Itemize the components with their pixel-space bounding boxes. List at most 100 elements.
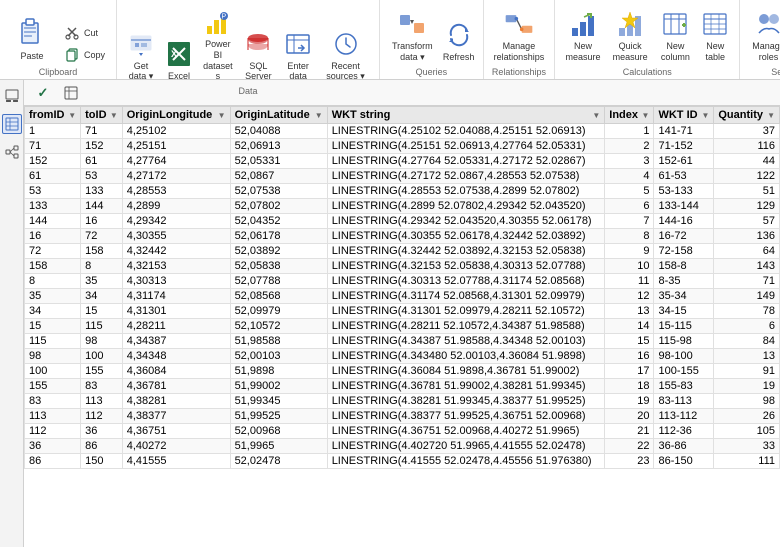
cell-from: 158 bbox=[25, 259, 81, 274]
table-row[interactable]: 1131124,3837751,99525LINESTRING(4.38377 … bbox=[25, 409, 780, 424]
model-view-icon[interactable] bbox=[2, 142, 22, 162]
col-header-from[interactable]: fromID▼ bbox=[25, 107, 81, 124]
report-view-icon[interactable] bbox=[2, 86, 22, 106]
paste-icon bbox=[12, 11, 52, 51]
new-measure-label: New measure bbox=[565, 41, 601, 63]
cell-wkt: LINESTRING(4.25151 52.06913,4.27764 52.0… bbox=[327, 139, 605, 154]
cell-origlon: 4,34348 bbox=[122, 349, 230, 364]
cell-qty: 26 bbox=[714, 409, 780, 424]
cell-qty: 98 bbox=[714, 394, 780, 409]
data-table-container[interactable]: fromID▼ toID▼ OriginLongitude▼ OriginLat… bbox=[24, 106, 780, 547]
refresh-button[interactable]: Refresh bbox=[441, 17, 477, 65]
cell-to: 112 bbox=[81, 409, 123, 424]
cell-wktid: 83-113 bbox=[654, 394, 714, 409]
svg-text:P: P bbox=[221, 14, 226, 21]
cell-index: 21 bbox=[605, 424, 654, 439]
col-header-wktid[interactable]: WKT ID▼ bbox=[654, 107, 714, 124]
table-row[interactable]: 155834,3678151,99002LINESTRING(4.36781 5… bbox=[25, 379, 780, 394]
cut-button[interactable]: Cut bbox=[60, 23, 110, 43]
new-measure-button[interactable]: New measure bbox=[561, 6, 605, 65]
table-row[interactable]: 34154,3130152,09979LINESTRING(4.31301 52… bbox=[25, 304, 780, 319]
new-column-button[interactable]: New column bbox=[656, 6, 696, 65]
ribbon-group-calculations: New measure Quick measure bbox=[555, 0, 740, 79]
cell-origlon: 4,25102 bbox=[122, 124, 230, 139]
manage-roles-button[interactable]: Manage roles bbox=[746, 6, 780, 65]
excel-icon: X bbox=[163, 38, 195, 70]
cell-index: 11 bbox=[605, 274, 654, 289]
sql-server-button[interactable]: SQL Server bbox=[239, 26, 278, 85]
relationships-group-label: Relationships bbox=[492, 65, 546, 77]
get-data-button[interactable]: Get data ▾ bbox=[123, 26, 159, 85]
table-view-icon[interactable] bbox=[60, 82, 82, 104]
paste-button[interactable]: Paste bbox=[6, 7, 58, 65]
new-table-button[interactable]: New table bbox=[697, 6, 733, 65]
manage-relationships-button[interactable]: Manage relationships bbox=[490, 6, 549, 65]
cell-to: 100 bbox=[81, 349, 123, 364]
table-row[interactable]: 831134,3828151,99345LINESTRING(4.38281 5… bbox=[25, 394, 780, 409]
table-row[interactable]: 861504,4155552,02478LINESTRING(4.41555 5… bbox=[25, 454, 780, 469]
table-row[interactable]: 1714,2510252,04088LINESTRING(4.25102 52.… bbox=[25, 124, 780, 139]
table-row[interactable]: 981004,3434852,00103LINESTRING(4.343480 … bbox=[25, 349, 780, 364]
cell-from: 8 bbox=[25, 274, 81, 289]
table-row[interactable]: 35344,3117452,08568LINESTRING(4.31174 52… bbox=[25, 289, 780, 304]
table-row[interactable]: 15884,3215352,05838LINESTRING(4.32153 52… bbox=[25, 259, 780, 274]
cell-qty: 13 bbox=[714, 349, 780, 364]
power-bi-datasets-button[interactable]: P Power BI datasets bbox=[199, 4, 237, 84]
ribbon: Paste Cut bbox=[0, 0, 780, 80]
copy-button[interactable]: Copy bbox=[60, 45, 110, 65]
col-header-index[interactable]: Index▼ bbox=[605, 107, 654, 124]
cell-qty: 143 bbox=[714, 259, 780, 274]
cell-qty: 91 bbox=[714, 364, 780, 379]
enter-data-button[interactable]: Enter data bbox=[280, 26, 316, 85]
recent-sources-button[interactable]: Recent sources ▾ bbox=[318, 26, 373, 85]
cell-wkt: LINESTRING(4.30355 52.06178,4.32442 52.0… bbox=[327, 229, 605, 244]
cell-origlat: 51,99002 bbox=[230, 379, 327, 394]
table-row[interactable]: 1331444,289952,07802LINESTRING(4.2899 52… bbox=[25, 199, 780, 214]
table-row[interactable]: 16724,3035552,06178LINESTRING(4.30355 52… bbox=[25, 229, 780, 244]
check-button[interactable]: ✓ bbox=[32, 82, 54, 104]
table-row[interactable]: 151154,2821152,10572LINESTRING(4.28211 5… bbox=[25, 319, 780, 334]
cell-to: 71 bbox=[81, 124, 123, 139]
cell-to: 53 bbox=[81, 169, 123, 184]
table-row[interactable]: 152614,2776452,05331LINESTRING(4.27764 5… bbox=[25, 154, 780, 169]
cell-origlat: 51,99345 bbox=[230, 394, 327, 409]
table-row[interactable]: 61534,2717252,0867LINESTRING(4.27172 52.… bbox=[25, 169, 780, 184]
cell-to: 86 bbox=[81, 439, 123, 454]
cell-wkt: LINESTRING(4.27172 52.0867,4.28553 52.07… bbox=[327, 169, 605, 184]
data-view-icon[interactable] bbox=[2, 114, 22, 134]
table-row[interactable]: 144164,2934252,04352LINESTRING(4.29342 5… bbox=[25, 214, 780, 229]
col-header-origlat[interactable]: OriginLatitude▼ bbox=[230, 107, 327, 124]
quick-measure-button[interactable]: Quick measure bbox=[607, 6, 654, 65]
table-row[interactable]: 721584,3244252,03892LINESTRING(4.32442 5… bbox=[25, 244, 780, 259]
table-row[interactable]: 531334,2855352,07538LINESTRING(4.28553 5… bbox=[25, 184, 780, 199]
table-row[interactable]: 711524,2515152,06913LINESTRING(4.25151 5… bbox=[25, 139, 780, 154]
cell-origlon: 4,40272 bbox=[122, 439, 230, 454]
table-row[interactable]: 115984,3438751,98588LINESTRING(4.34387 5… bbox=[25, 334, 780, 349]
cell-index: 1 bbox=[605, 124, 654, 139]
cell-origlat: 52,03892 bbox=[230, 244, 327, 259]
cell-wkt: LINESTRING(4.27764 52.05331,4.27172 52.0… bbox=[327, 154, 605, 169]
cell-origlat: 52,00103 bbox=[230, 349, 327, 364]
excel-button[interactable]: X Excel bbox=[161, 36, 197, 84]
manage-relationships-label: Manage relationships bbox=[494, 41, 545, 63]
cell-index: 10 bbox=[605, 259, 654, 274]
cell-wktid: 16-72 bbox=[654, 229, 714, 244]
manage-roles-icon bbox=[753, 8, 780, 40]
table-row[interactable]: 112364,3675152,00968LINESTRING(4.36751 5… bbox=[25, 424, 780, 439]
cell-qty: 84 bbox=[714, 334, 780, 349]
col-header-origlon[interactable]: OriginLongitude▼ bbox=[122, 107, 230, 124]
cell-origlat: 52,08568 bbox=[230, 289, 327, 304]
cell-qty: 57 bbox=[714, 214, 780, 229]
cell-qty: 64 bbox=[714, 244, 780, 259]
table-row[interactable]: 36864,4027251,9965LINESTRING(4.402720 51… bbox=[25, 439, 780, 454]
transform-data-button[interactable]: Transform data ▾ bbox=[386, 6, 439, 65]
cell-from: 98 bbox=[25, 349, 81, 364]
cell-to: 158 bbox=[81, 244, 123, 259]
cell-to: 150 bbox=[81, 454, 123, 469]
col-header-to[interactable]: toID▼ bbox=[81, 107, 123, 124]
col-header-wkt[interactable]: WKT string▼ bbox=[327, 107, 605, 124]
table-row[interactable]: 8354,3031352,07788LINESTRING(4.30313 52.… bbox=[25, 274, 780, 289]
table-row[interactable]: 1001554,3608451,9898LINESTRING(4.36084 5… bbox=[25, 364, 780, 379]
enter-data-label: Enter data bbox=[284, 61, 312, 83]
col-header-qty[interactable]: Quantity▼ bbox=[714, 107, 780, 124]
